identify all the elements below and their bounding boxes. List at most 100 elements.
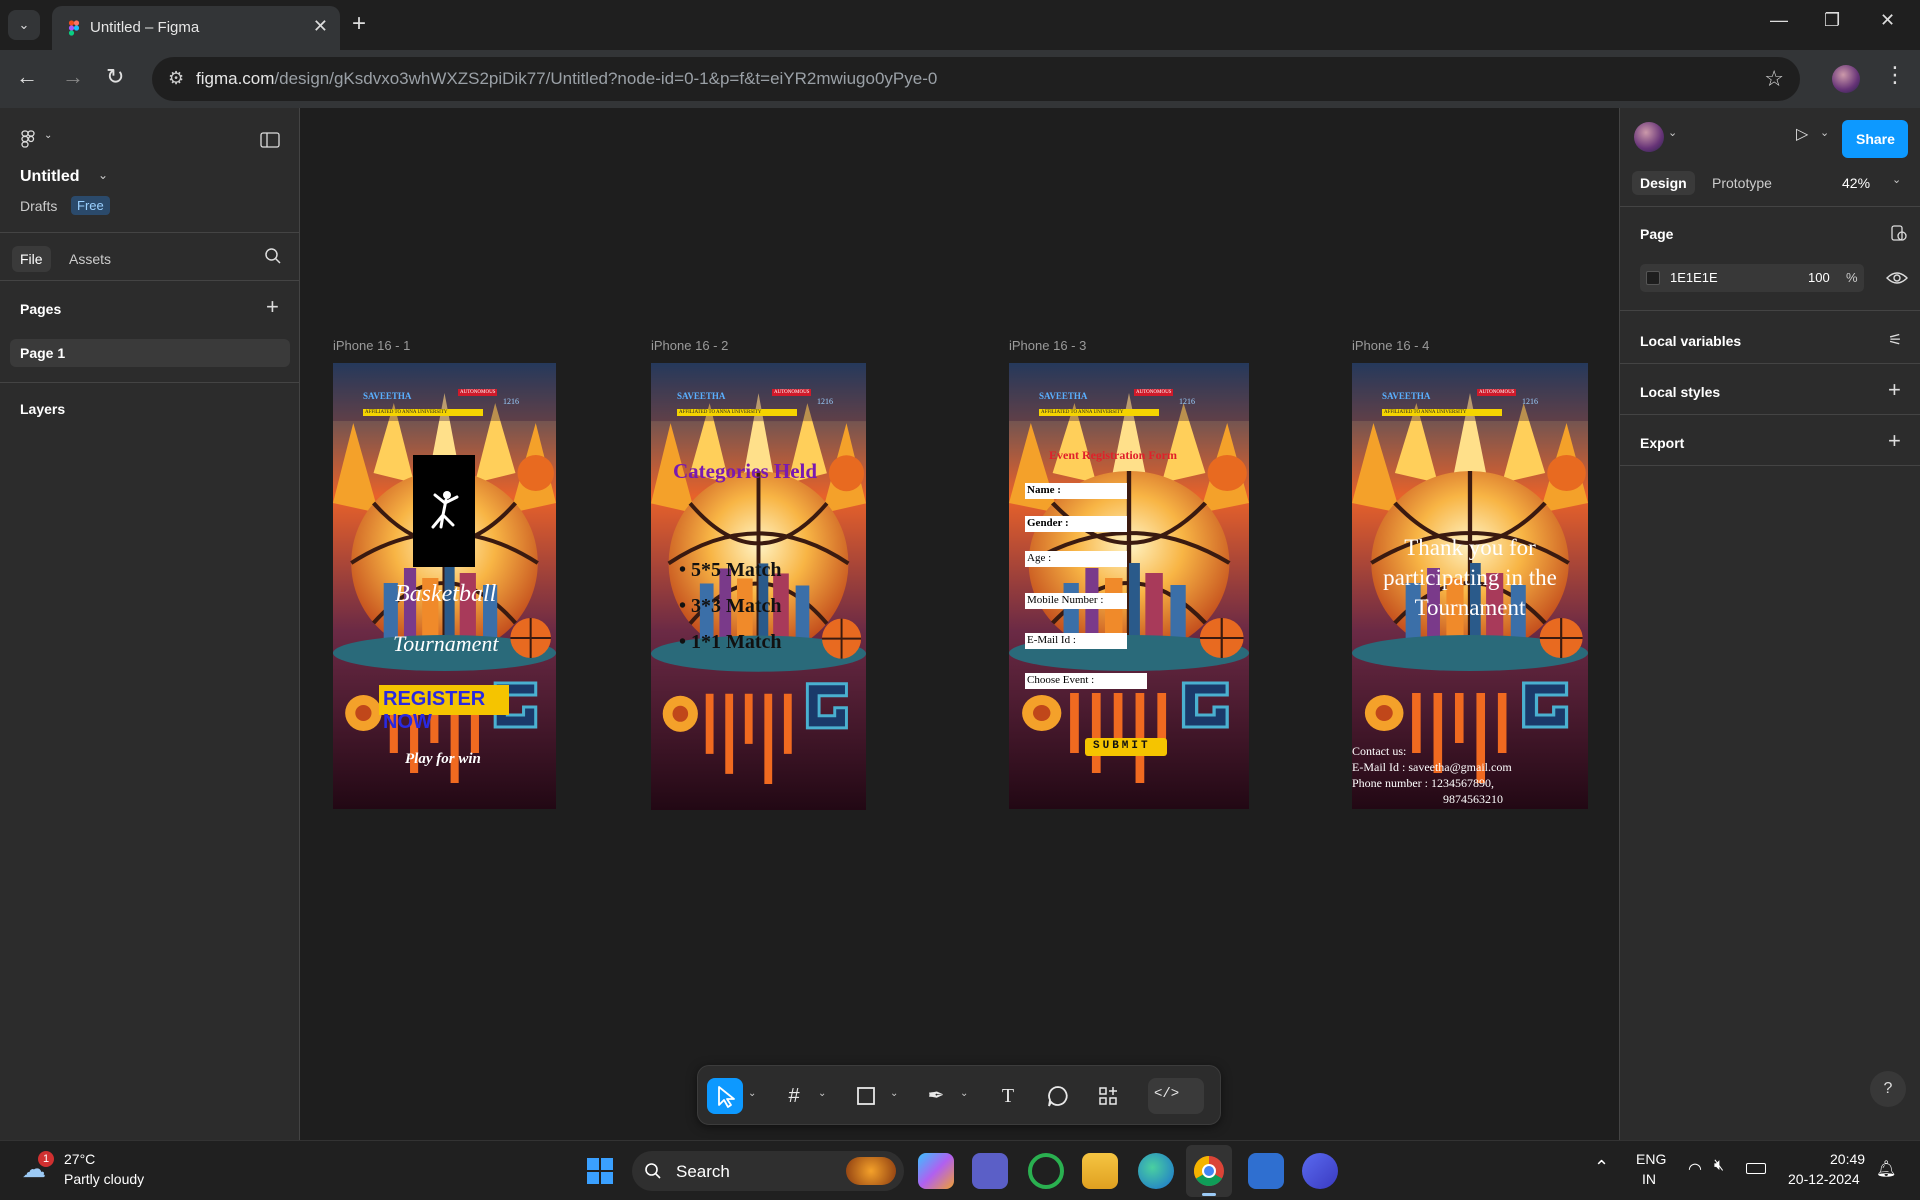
dev-mode-toggle[interactable]: </>	[1148, 1078, 1204, 1114]
volume-muted-icon[interactable]: 🔇︎	[1714, 1157, 1724, 1175]
pages-heading: Pages	[20, 301, 62, 317]
clock-time[interactable]: 20:49	[1830, 1151, 1865, 1167]
form-field-name[interactable]: Name :	[1025, 483, 1127, 499]
export-heading[interactable]: Export	[1640, 435, 1684, 451]
chevron-up-icon[interactable]: ⌃	[1594, 1157, 1609, 1178]
frame-label[interactable]: iPhone 16 - 1	[333, 338, 410, 353]
page-color-field[interactable]: 1E1E1E 100 %	[1640, 264, 1864, 292]
frame-label[interactable]: iPhone 16 - 4	[1352, 338, 1429, 353]
chevron-down-icon[interactable]: ⌄	[1820, 126, 1829, 139]
reload-icon[interactable]: ↻	[106, 64, 124, 90]
design-canvas[interactable]: iPhone 16 - 1 SAVEETHA AUTONOMOUS 1216 A…	[301, 108, 1619, 1140]
copilot-icon[interactable]	[918, 1153, 954, 1189]
chevron-down-icon[interactable]: ⌄	[818, 1088, 826, 1099]
figma-icon	[68, 20, 80, 36]
tab-search-button[interactable]: ⌄	[8, 10, 40, 40]
site-info-icon[interactable]: ⚙	[168, 68, 184, 89]
battery-icon[interactable]	[1746, 1163, 1766, 1174]
page-item[interactable]: Page 1	[10, 339, 290, 367]
pen-tool-button[interactable]: ✒	[918, 1078, 954, 1114]
browser-tab[interactable]: Untitled – Figma ✕	[52, 6, 340, 50]
add-page-icon[interactable]: +	[266, 294, 279, 320]
drafts-label[interactable]: Drafts	[20, 198, 57, 214]
notification-bell-icon[interactable]: 🔔︎	[1876, 1159, 1896, 1179]
eye-icon[interactable]	[1886, 270, 1908, 286]
close-tab-icon[interactable]: ✕	[313, 16, 328, 37]
user-avatar[interactable]	[1634, 122, 1664, 152]
file-explorer-icon[interactable]	[1082, 1153, 1118, 1189]
chevron-down-icon[interactable]: ⌄	[890, 1088, 898, 1099]
tab-design[interactable]: Design	[1632, 171, 1695, 195]
color-hex[interactable]: 1E1E1E	[1670, 270, 1718, 285]
text-icon: T	[1001, 1085, 1015, 1107]
frame-iphone-16-4[interactable]: SAVEETHA AUTONOMOUS 1216 AFFILIATED TO A…	[1352, 363, 1588, 809]
help-button[interactable]: ?	[1870, 1071, 1906, 1107]
chevron-down-icon[interactable]: ⌄	[748, 1088, 756, 1099]
add-style-icon[interactable]: +	[1888, 377, 1901, 403]
weather-widget[interactable]: ☁ 1	[22, 1151, 56, 1183]
file-name[interactable]: Untitled	[20, 168, 80, 186]
close-window-icon[interactable]: ✕	[1880, 10, 1895, 31]
frame-iphone-16-1[interactable]: SAVEETHA AUTONOMOUS 1216 AFFILIATED TO A…	[333, 363, 556, 809]
autonomous-badge: AUTONOMOUS	[772, 389, 812, 396]
profile-avatar[interactable]	[1832, 65, 1860, 93]
local-variables-heading[interactable]: Local variables	[1640, 333, 1741, 349]
search-icon[interactable]	[264, 247, 282, 265]
sidebar-toggle-icon[interactable]	[260, 132, 280, 148]
taskbar-search[interactable]: Search	[632, 1151, 904, 1191]
zoom-level[interactable]: 42%	[1842, 175, 1870, 191]
wifi-icon[interactable]: ◠	[1688, 1159, 1702, 1179]
sliders-icon[interactable]: ⚟	[1888, 330, 1902, 350]
restore-icon[interactable]: ❐	[1824, 10, 1840, 31]
frame-iphone-16-3[interactable]: SAVEETHA AUTONOMOUS 1216 AFFILIATED TO A…	[1009, 363, 1249, 809]
tab-assets[interactable]: Assets	[69, 251, 111, 267]
chevron-down-icon[interactable]: ⌄	[98, 168, 108, 182]
store-icon[interactable]	[1248, 1153, 1284, 1189]
app-icon[interactable]	[1302, 1153, 1338, 1189]
present-icon[interactable]: ▷	[1796, 124, 1808, 144]
comment-tool-button[interactable]	[1040, 1078, 1076, 1114]
chevron-down-icon[interactable]: ⌄	[1668, 126, 1677, 139]
refresh-app-icon[interactable]	[1028, 1153, 1064, 1189]
text-tool-button[interactable]: T	[990, 1078, 1026, 1114]
local-styles-heading[interactable]: Local styles	[1640, 384, 1720, 400]
shape-tool-button[interactable]	[848, 1078, 884, 1114]
actions-button[interactable]	[1090, 1078, 1126, 1114]
form-field-email[interactable]: E-Mail Id :	[1025, 633, 1127, 649]
frame-tool-button[interactable]: #	[776, 1078, 812, 1114]
chrome-taskbar-item[interactable]	[1186, 1145, 1232, 1197]
form-field-gender[interactable]: Gender :	[1025, 516, 1127, 532]
submit-button[interactable]: SUBMIT	[1085, 738, 1167, 756]
main-menu-button[interactable]: ⌄	[20, 128, 56, 150]
form-field-mobile[interactable]: Mobile Number :	[1025, 593, 1127, 609]
language-primary[interactable]: ENG	[1636, 1151, 1666, 1167]
chevron-down-icon[interactable]: ⌄	[960, 1088, 968, 1099]
clock-date[interactable]: 20-12-2024	[1788, 1171, 1860, 1187]
tab-prototype[interactable]: Prototype	[1712, 175, 1772, 191]
language-region[interactable]: IN	[1642, 1171, 1656, 1187]
kebab-menu-icon[interactable]: ⋮	[1884, 62, 1906, 88]
forward-icon[interactable]: →	[62, 64, 84, 90]
edge-icon[interactable]	[1138, 1153, 1174, 1189]
address-bar[interactable]: ⚙ figma.com/design/gKsdvxo3whWXZS2piDik7…	[152, 57, 1800, 101]
frame-label[interactable]: iPhone 16 - 3	[1009, 338, 1086, 353]
frame-iphone-16-2[interactable]: SAVEETHA AUTONOMOUS 1216 AFFILIATED TO A…	[651, 363, 866, 810]
new-tab-icon[interactable]: +	[352, 10, 366, 38]
form-field-age[interactable]: Age :	[1025, 551, 1127, 567]
tab-file[interactable]: File	[12, 246, 51, 272]
bookmark-star-icon[interactable]: ☆	[1764, 66, 1784, 92]
form-field-event[interactable]: Choose Event :	[1025, 673, 1147, 689]
chevron-down-icon[interactable]: ⌄	[1892, 173, 1901, 186]
windows-start-icon[interactable]	[582, 1153, 618, 1189]
add-export-icon[interactable]: +	[1888, 428, 1901, 454]
frame-label[interactable]: iPhone 16 - 2	[651, 338, 728, 353]
back-icon[interactable]: ←	[16, 64, 38, 90]
register-now-button[interactable]: REGISTER NOW	[379, 685, 509, 733]
move-tool-button[interactable]	[707, 1078, 743, 1114]
styles-icon[interactable]	[1890, 224, 1908, 242]
share-button[interactable]: Share	[1842, 120, 1908, 158]
color-swatch[interactable]	[1646, 271, 1660, 285]
opacity-value[interactable]: 100	[1808, 270, 1830, 285]
minimize-icon[interactable]: —	[1770, 10, 1788, 31]
teams-icon[interactable]	[972, 1153, 1008, 1189]
